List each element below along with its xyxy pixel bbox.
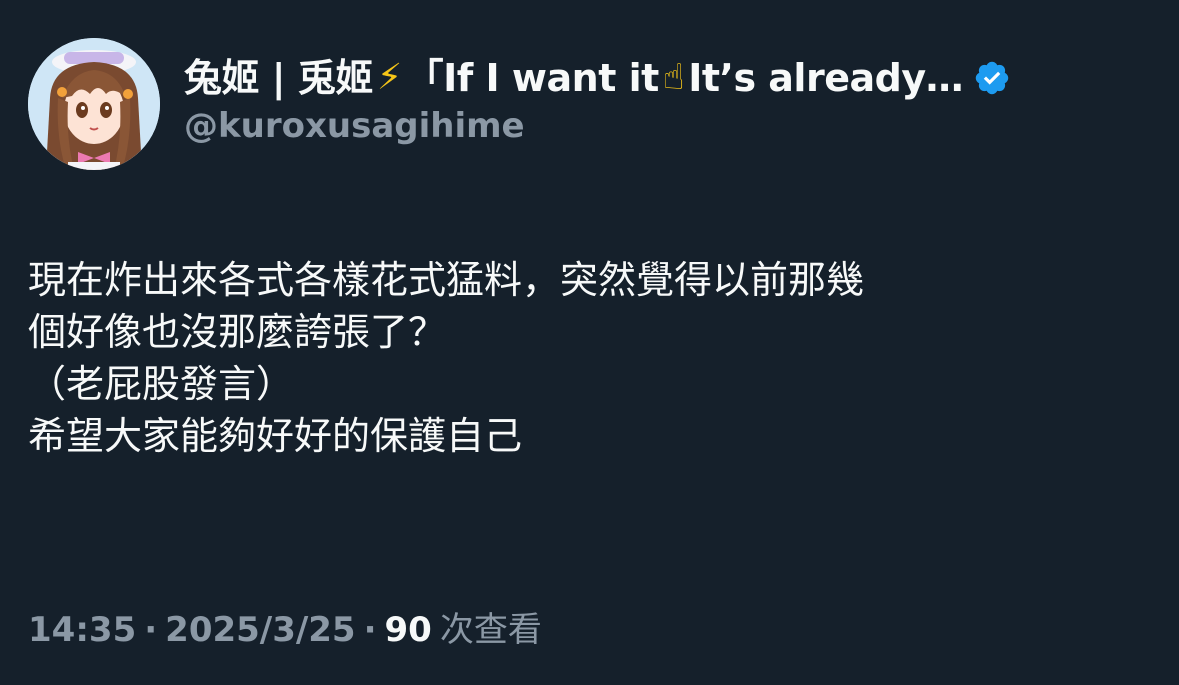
tweet-header: 兔姬 | 兎姬 ⚡ 「If I want it ☝ It’s already… … xyxy=(28,38,1011,170)
verified-badge-icon[interactable] xyxy=(973,59,1011,97)
display-name-mid: 「If I want it xyxy=(405,56,660,100)
author-handle[interactable]: @kuroxusagihime xyxy=(184,104,1011,148)
anime-girl-avatar-icon xyxy=(28,38,160,170)
tweet-text: 現在炸出來各式各樣花式猛料，突然覺得以前那幾 個好像也沒那麼誇張了？ （老屁股發… xyxy=(28,258,865,458)
display-name-prefix: 兔姬 | 兎姬 xyxy=(184,56,373,100)
lightning-emoji-icon: ⚡ xyxy=(376,57,402,98)
author-names: 兔姬 | 兎姬 ⚡ 「If I want it ☝ It’s already… … xyxy=(184,54,1011,148)
tweet-meta: 14:35 · 2025/3/25 · 90 次查看 xyxy=(28,608,542,652)
tweet-time[interactable]: 14:35 xyxy=(28,608,136,652)
tweet-date[interactable]: 2025/3/25 xyxy=(165,608,355,652)
meta-separator: · xyxy=(144,610,158,650)
meta-separator: · xyxy=(363,610,377,650)
display-name[interactable]: 兔姬 | 兎姬 ⚡ 「If I want it ☝ It’s already… xyxy=(184,54,1011,102)
avatar[interactable] xyxy=(28,38,160,170)
views-label: 次查看 xyxy=(439,610,542,650)
pointing-up-emoji-icon: ☝ xyxy=(662,57,685,98)
display-name-suffix: It’s already… xyxy=(688,56,964,100)
views-count: 90 xyxy=(384,610,432,650)
